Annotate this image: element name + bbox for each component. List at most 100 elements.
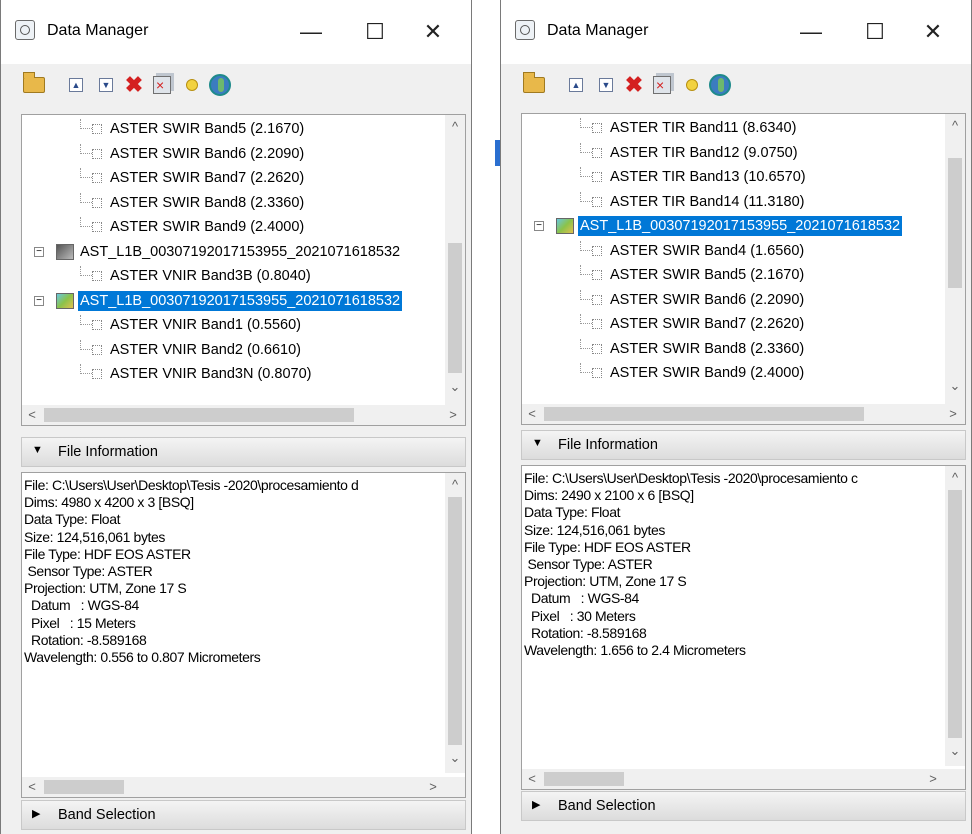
scroll-left-arrow[interactable]: < [22, 405, 42, 425]
band-checkbox[interactable] [92, 173, 102, 183]
tree-band-node[interactable]: ASTER SWIR Band7 (2.2620) [522, 314, 947, 334]
open-button[interactable] [21, 72, 47, 98]
close-file-button[interactable]: ✖ [121, 72, 147, 98]
band-checkbox[interactable] [92, 344, 102, 355]
band-checkbox[interactable] [92, 124, 102, 134]
band-checkbox[interactable] [92, 320, 102, 330]
band-checkbox[interactable] [592, 123, 602, 133]
band-checkbox[interactable] [592, 343, 602, 354]
scroll-up-arrow[interactable]: ^ [945, 116, 965, 136]
expand-button[interactable]: ▼ [593, 72, 619, 98]
scroll-thumb[interactable] [44, 780, 124, 794]
scroll-thumb[interactable] [948, 158, 962, 288]
scroll-thumb[interactable] [44, 408, 354, 422]
close-button[interactable]: ✕ [913, 14, 953, 50]
band-checkbox[interactable] [92, 369, 102, 379]
tree-band-node[interactable]: ASTER SWIR Band6 (2.2090) [522, 289, 947, 310]
collapse-node-icon[interactable]: − [534, 221, 544, 231]
scroll-right-arrow[interactable]: > [943, 404, 963, 424]
tree-band-node[interactable]: ASTER TIR Band13 (10.6570) [522, 167, 947, 187]
open-button[interactable] [521, 72, 547, 98]
tree-band-node[interactable]: ASTER SWIR Band9 (2.4000) [522, 363, 947, 383]
tree-band-node[interactable]: ASTER TIR Band14 (11.3180) [522, 191, 947, 212]
close-all-button[interactable] [649, 72, 675, 98]
minimize-button[interactable]: — [791, 14, 831, 50]
close-file-button[interactable]: ✖ [621, 72, 647, 98]
scroll-thumb[interactable] [948, 490, 962, 738]
tree-band-node[interactable]: ASTER VNIR Band3B (0.8040) [22, 266, 447, 286]
globe-button[interactable] [707, 72, 733, 98]
tree-band-node[interactable]: ASTER SWIR Band6 (2.2090) [22, 143, 447, 164]
tree-horizontal-scrollbar[interactable]: < > [22, 405, 465, 425]
expand-button[interactable]: ▼ [93, 72, 119, 98]
collapse-node-icon[interactable]: − [34, 246, 44, 257]
scroll-down-arrow[interactable]: ⌄ [945, 741, 965, 761]
tree-horizontal-scrollbar[interactable]: < > [522, 404, 965, 424]
band-checkbox[interactable] [592, 319, 602, 329]
collapse-button[interactable]: ▲ [563, 72, 589, 98]
tree-vertical-scrollbar[interactable]: ^ ⌄ [945, 114, 965, 404]
tree-band-node[interactable]: ASTER SWIR Band8 (2.3360) [22, 192, 447, 213]
band-selection-header[interactable]: ▶ Band Selection [521, 791, 966, 821]
tree-band-node[interactable]: ASTER VNIR Band1 (0.5560) [22, 315, 447, 335]
info-vertical-scrollbar[interactable]: ^ ⌄ [945, 466, 965, 766]
scroll-down-arrow[interactable]: ⌄ [945, 376, 965, 396]
scroll-thumb[interactable] [448, 243, 462, 373]
scroll-left-arrow[interactable]: < [522, 769, 542, 789]
tree-vertical-scrollbar[interactable]: ^ ⌄ [445, 115, 465, 405]
scroll-down-arrow[interactable]: ⌄ [445, 377, 465, 397]
band-checkbox[interactable] [92, 271, 102, 281]
maximize-button[interactable]: ☐ [355, 14, 395, 50]
info-horizontal-scrollbar[interactable]: < > [522, 769, 965, 789]
file-information-header[interactable]: ▼ File Information [521, 430, 966, 460]
scroll-thumb[interactable] [544, 772, 624, 786]
scroll-right-arrow[interactable]: > [443, 405, 463, 425]
scroll-right-arrow[interactable]: > [423, 777, 443, 797]
scroll-left-arrow[interactable]: < [522, 404, 542, 424]
tree-band-node[interactable]: ASTER SWIR Band8 (2.3360) [522, 338, 947, 359]
tree-file-node[interactable]: − AST_L1B_00307192017153955_2021071618532 [22, 242, 447, 262]
band-checkbox[interactable] [92, 197, 102, 208]
band-checkbox[interactable] [592, 270, 602, 280]
band-checkbox[interactable] [592, 196, 602, 207]
scroll-thumb[interactable] [544, 407, 864, 421]
tree-band-node[interactable]: ASTER SWIR Band5 (2.1670) [522, 265, 947, 285]
collapse-button[interactable]: ▲ [63, 72, 89, 98]
info-vertical-scrollbar[interactable]: ^ ⌄ [445, 473, 465, 773]
band-checkbox[interactable] [592, 172, 602, 182]
scroll-left-arrow[interactable]: < [22, 777, 42, 797]
collapse-node-icon[interactable]: − [34, 295, 44, 306]
pin-button[interactable] [679, 72, 705, 98]
band-checkbox[interactable] [592, 147, 602, 158]
minimize-button[interactable]: — [291, 14, 331, 50]
file-information-header[interactable]: ▼ File Information [21, 437, 466, 467]
scroll-down-arrow[interactable]: ⌄ [445, 748, 465, 768]
scroll-up-arrow[interactable]: ^ [945, 468, 965, 488]
scroll-up-arrow[interactable]: ^ [445, 117, 465, 137]
band-checkbox[interactable] [92, 148, 102, 159]
scroll-thumb[interactable] [448, 497, 462, 745]
scroll-up-arrow[interactable]: ^ [445, 475, 465, 495]
band-checkbox[interactable] [592, 294, 602, 305]
tree-file-node[interactable]: − AST_L1B_00307192017153955_2021071618532 [22, 290, 447, 311]
close-all-button[interactable] [149, 72, 175, 98]
tree-band-node[interactable]: ASTER VNIR Band3N (0.8070) [22, 364, 447, 384]
tree-band-node[interactable]: ASTER SWIR Band4 (1.6560) [522, 240, 947, 261]
scroll-right-arrow[interactable]: > [923, 769, 943, 789]
band-checkbox[interactable] [592, 368, 602, 378]
pin-button[interactable] [179, 72, 205, 98]
tree-band-node[interactable]: ASTER TIR Band11 (8.6340) [522, 118, 947, 138]
close-button[interactable]: ✕ [413, 14, 453, 50]
tree-band-node[interactable]: ASTER SWIR Band9 (2.4000) [22, 217, 447, 237]
tree-band-node[interactable]: ASTER TIR Band12 (9.0750) [522, 142, 947, 163]
tree-file-node[interactable]: − AST_L1B_00307192017153955_2021071618532 [522, 216, 947, 236]
maximize-button[interactable]: ☐ [855, 14, 895, 50]
tree-band-node[interactable]: ASTER SWIR Band7 (2.2620) [22, 168, 447, 188]
tree-band-node[interactable]: ASTER VNIR Band2 (0.6610) [22, 339, 447, 360]
band-checkbox[interactable] [92, 222, 102, 232]
band-selection-header[interactable]: ▶ Band Selection [21, 800, 466, 830]
band-checkbox[interactable] [592, 245, 602, 256]
tree-band-node[interactable]: ASTER SWIR Band5 (2.1670) [22, 119, 447, 139]
info-horizontal-scrollbar[interactable]: < > [22, 777, 465, 797]
globe-button[interactable] [207, 72, 233, 98]
